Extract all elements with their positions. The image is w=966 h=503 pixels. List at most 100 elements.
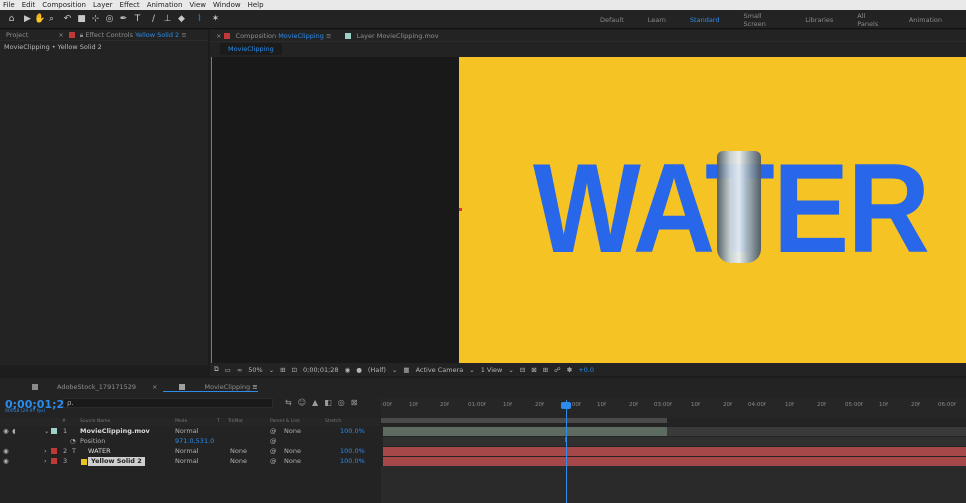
menu-window[interactable]: Window <box>213 1 241 9</box>
resolution-select[interactable]: (Half) <box>368 366 386 374</box>
rotate-tool-icon[interactable]: ↶ <box>62 13 73 25</box>
workspace-small-screen[interactable]: Small Screen <box>744 12 782 28</box>
tab-layer[interactable]: Layer MovieClipping.mov <box>345 32 439 40</box>
chevron-down-icon[interactable]: ⌄ <box>508 366 513 374</box>
composition-subtab[interactable]: MovieClipping <box>220 43 282 55</box>
workspace-animation[interactable]: Animation <box>909 16 942 24</box>
panel-menu-icon[interactable]: ≡ <box>326 32 331 40</box>
parent-pickwhip-icon[interactable]: @ <box>270 457 277 466</box>
layer-stretch[interactable]: 100.0% <box>340 457 365 466</box>
exposure-value[interactable]: +0.0 <box>578 366 594 374</box>
menu-edit[interactable]: Edit <box>22 1 36 9</box>
expression-pickwhip-icon[interactable]: @ <box>270 437 277 446</box>
zoom-select[interactable]: 50% <box>248 366 262 374</box>
menu-composition[interactable]: Composition <box>42 1 86 9</box>
flowchart-icon[interactable]: ☍ <box>554 366 561 374</box>
chevron-down-icon[interactable]: ⌄ <box>392 366 397 374</box>
tab-movieclipping[interactable]: MovieClipping ≡ <box>163 383 258 392</box>
close-icon[interactable]: × <box>58 31 63 39</box>
fit-icon[interactable]: ⊞ <box>280 366 285 374</box>
mask-tool-icon[interactable]: ◎ <box>104 13 115 25</box>
layer-row[interactable]: ◉ › 2 T WATER Normal None @ None 100.0% <box>0 447 380 456</box>
workspace-libraries[interactable]: Libraries <box>805 16 833 24</box>
exposure-icon[interactable]: ✽ <box>567 366 572 374</box>
layer-parent[interactable]: None <box>284 447 301 456</box>
playhead-handle[interactable] <box>561 402 571 409</box>
layer-name[interactable]: MovieClipping.mov <box>80 427 150 436</box>
label-color-icon[interactable] <box>51 448 57 454</box>
keyframe-icon[interactable]: ⊠ <box>351 398 358 410</box>
toggle-icon[interactable]: ⊟ <box>520 366 525 374</box>
layer-trkmat[interactable]: None <box>230 457 247 466</box>
monitor-icon[interactable]: ▭ <box>225 366 231 374</box>
stopwatch-icon[interactable]: ◔ <box>70 437 76 446</box>
menu-view[interactable]: View <box>189 1 206 9</box>
visibility-icon[interactable]: ◉ <box>3 447 9 456</box>
expand-chevron-icon[interactable]: › <box>44 457 47 466</box>
workspace-standard[interactable]: Standard <box>690 16 720 24</box>
layer-name[interactable]: WATER <box>88 447 111 456</box>
camera-tool-icon[interactable]: ■ <box>76 13 87 25</box>
render-icon[interactable]: ⊞ <box>543 366 548 374</box>
hand-tool-icon[interactable]: ✋ <box>34 13 45 25</box>
parent-pickwhip-icon[interactable]: @ <box>270 447 277 456</box>
frame-blend-icon[interactable]: ▲ <box>312 398 318 410</box>
puppet-pin-tool-icon[interactable]: ✶ <box>210 13 221 25</box>
tab-effect-controls[interactable]: 🔒︎ Effect Controls Yellow Solid 2 ≡ <box>68 31 187 40</box>
workspace-default[interactable]: Default <box>600 16 624 24</box>
visibility-icon[interactable]: ◉ <box>3 457 9 466</box>
brush-tool-icon[interactable]: ∕ <box>148 13 159 25</box>
selection-tool-icon[interactable]: ▶ <box>22 13 33 25</box>
layer-bar-movieclipping[interactable] <box>383 427 667 436</box>
color-channels-icon[interactable]: ● <box>356 366 362 374</box>
transparency-grid-icon[interactable]: ▦ <box>403 366 409 374</box>
layer-mode[interactable]: Normal <box>175 427 199 436</box>
layer-parent[interactable]: None <box>284 427 301 436</box>
property-row[interactable]: ◔ Position 971.0,531.0 @ <box>0 437 380 446</box>
layer-stretch[interactable]: 100.0% <box>340 427 365 436</box>
pen-tool-icon[interactable]: ✒ <box>118 13 129 25</box>
audio-icon[interactable]: ◖ <box>12 427 15 436</box>
layer-bar-yellow-solid[interactable] <box>383 457 966 466</box>
close-icon[interactable]: × <box>216 32 221 40</box>
region-icon[interactable]: ⊡ <box>292 366 297 374</box>
tab-adobestock[interactable]: AdobeStock_179171529 <box>16 383 136 391</box>
layer-stretch[interactable]: 100.0% <box>340 447 365 456</box>
parent-pickwhip-icon[interactable]: @ <box>270 427 277 436</box>
layer-trkmat[interactable]: None <box>230 447 247 456</box>
chevron-down-icon[interactable]: ⌄ <box>269 366 274 374</box>
home-icon[interactable]: ⌂ <box>6 13 17 25</box>
close-icon[interactable]: × <box>152 383 157 391</box>
panel-menu-icon[interactable]: ≡ <box>181 31 186 39</box>
shy-icon[interactable]: ☺ <box>298 398 306 410</box>
menu-help[interactable]: Help <box>248 1 264 9</box>
layer-row[interactable]: ◉ › 3 Yellow Solid 2 Normal None @ None … <box>0 457 380 466</box>
visibility-icon[interactable]: ◉ <box>3 427 9 436</box>
layer-name[interactable]: Yellow Solid 2 <box>88 457 145 466</box>
layer-search-input[interactable]: ρ. <box>63 398 273 408</box>
menu-file[interactable]: File <box>3 1 15 9</box>
snapshot-icon[interactable]: ◉ <box>345 366 351 374</box>
expand-chevron-icon[interactable]: › <box>44 447 47 456</box>
layer-mode[interactable]: Normal <box>175 447 199 456</box>
menu-effect[interactable]: Effect <box>120 1 140 9</box>
work-area-bar[interactable] <box>381 418 667 423</box>
always-preview-icon[interactable]: ⧉ <box>214 365 219 374</box>
3d-icon[interactable]: ⊠ <box>531 366 536 374</box>
viewer-timecode[interactable]: 0;00;01;28 <box>303 366 339 374</box>
label-color-icon[interactable] <box>51 428 57 434</box>
composition-canvas[interactable]: WATER <box>459 57 966 363</box>
tab-project[interactable]: Project <box>6 31 28 39</box>
glasses-icon[interactable]: ∞ <box>237 366 242 374</box>
chevron-down-icon[interactable]: ⌄ <box>469 366 474 374</box>
active-camera-select[interactable]: Active Camera <box>416 366 464 374</box>
type-tool-icon[interactable]: T <box>132 13 143 25</box>
expand-chevron-icon[interactable]: ⌄ <box>44 427 49 436</box>
menu-layer[interactable]: Layer <box>93 1 113 9</box>
time-ruler[interactable]: :00f 10f 20f 01:00f 10f 20f 02:00f 10f 2… <box>381 398 966 418</box>
graph-editor-icon[interactable]: ◎ <box>338 398 345 410</box>
workspace-learn[interactable]: Learn <box>648 16 666 24</box>
label-color-icon[interactable] <box>51 458 57 464</box>
tab-composition[interactable]: Composition MovieClipping ≡ <box>224 32 331 40</box>
view-layout-select[interactable]: 1 View <box>481 366 503 374</box>
